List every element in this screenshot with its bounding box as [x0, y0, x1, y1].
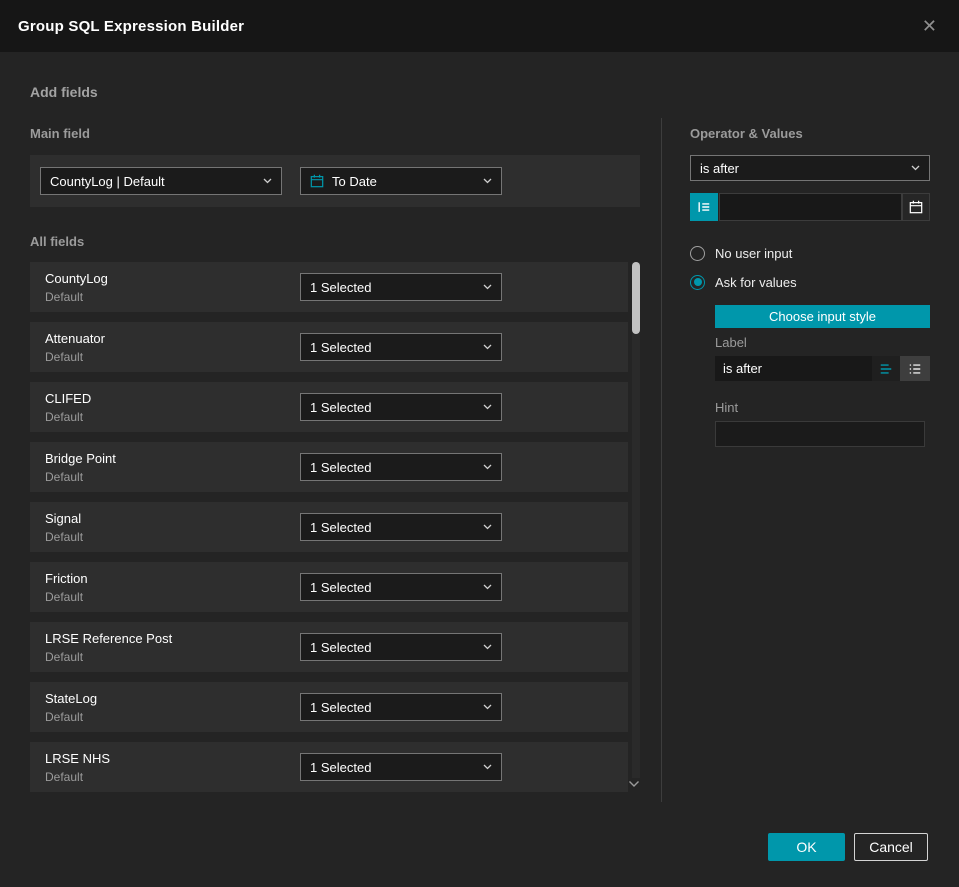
field-name: Bridge Point	[45, 451, 116, 466]
field-name: LRSE NHS	[45, 751, 111, 766]
chevron-down-icon	[483, 178, 492, 184]
field-row: LRSE Reference Post Default 1 Selected	[30, 622, 628, 672]
hint-input[interactable]	[715, 421, 925, 447]
radio-unchecked-icon	[690, 245, 705, 261]
field-name: CLIFED	[45, 391, 92, 406]
operator-values-panel: Operator & Values is after No user input…	[690, 0, 930, 887]
label-input[interactable]	[715, 356, 872, 381]
chevron-down-icon	[483, 344, 492, 350]
field-sub-label: Default	[45, 530, 84, 544]
scrollbar-track[interactable]	[632, 262, 640, 778]
radio-checked-icon	[690, 274, 705, 290]
field-selection-dropdown[interactable]: 1 Selected	[300, 693, 502, 721]
operator-select-value: is after	[700, 160, 740, 176]
main-field-label: Main field	[30, 126, 90, 141]
list-icon	[909, 363, 921, 374]
calendar-icon	[310, 174, 324, 188]
chevron-down-icon	[483, 584, 492, 590]
field-sub-label: Default	[45, 410, 84, 424]
field-sub-label: Default	[45, 590, 84, 604]
field-selection-value: 1 Selected	[310, 519, 372, 535]
scrollbar-thumb[interactable]	[632, 262, 640, 334]
field-selection-value: 1 Selected	[310, 339, 372, 355]
main-field-select[interactable]: CountyLog | Default	[40, 167, 282, 195]
no-user-input-label: No user input	[715, 245, 793, 261]
choose-input-style-button[interactable]: Choose input style	[715, 305, 930, 328]
chevron-down-icon	[911, 165, 920, 171]
field-selection-value: 1 Selected	[310, 459, 372, 475]
main-field-date-select[interactable]: To Date	[300, 167, 502, 195]
field-row: Signal Default 1 Selected	[30, 502, 628, 552]
field-selection-dropdown[interactable]: 1 Selected	[300, 273, 502, 301]
field-selection-dropdown[interactable]: 1 Selected	[300, 753, 502, 781]
field-sub-label: Default	[45, 290, 84, 304]
scroll-down-icon[interactable]	[628, 780, 640, 788]
all-fields-label: All fields	[30, 234, 85, 249]
chevron-down-icon	[483, 644, 492, 650]
field-sub-label: Default	[45, 770, 84, 784]
field-name: LRSE Reference Post	[45, 631, 173, 646]
ask-for-values-radio[interactable]: Ask for values	[690, 274, 797, 290]
field-selection-value: 1 Selected	[310, 639, 372, 655]
field-selection-value: 1 Selected	[310, 699, 372, 715]
main-field-select-value: CountyLog | Default	[50, 173, 165, 189]
field-row: CountyLog Default 1 Selected	[30, 262, 628, 312]
field-list-icon	[698, 202, 710, 212]
value-input[interactable]	[719, 193, 902, 221]
main-field-date-value: To Date	[332, 173, 377, 189]
ask-for-values-label: Ask for values	[715, 274, 797, 290]
field-selection-value: 1 Selected	[310, 579, 372, 595]
field-sub-label: Default	[45, 710, 84, 724]
chevron-down-icon	[483, 704, 492, 710]
field-selection-dropdown[interactable]: 1 Selected	[300, 633, 502, 661]
field-row: StateLog Default 1 Selected	[30, 682, 628, 732]
align-left-icon	[880, 363, 892, 374]
field-name: Signal	[45, 511, 82, 526]
add-fields-heading: Add fields	[30, 84, 98, 100]
field-selection-dropdown[interactable]: 1 Selected	[300, 333, 502, 361]
set-from-field-button[interactable]	[690, 193, 718, 221]
hint-field-label: Hint	[715, 400, 739, 415]
chevron-down-icon	[483, 524, 492, 530]
field-selection-dropdown[interactable]: 1 Selected	[300, 513, 502, 541]
field-sub-label: Default	[45, 650, 84, 664]
cancel-button[interactable]: Cancel	[854, 833, 928, 861]
field-row: CLIFED Default 1 Selected	[30, 382, 628, 432]
field-row: LRSE NHS Default 1 Selected	[30, 742, 628, 792]
field-row: Bridge Point Default 1 Selected	[30, 442, 628, 492]
field-name: StateLog	[45, 691, 98, 706]
field-selection-dropdown[interactable]: 1 Selected	[300, 393, 502, 421]
field-selection-dropdown[interactable]: 1 Selected	[300, 573, 502, 601]
field-name: CountyLog	[45, 271, 108, 286]
ok-button[interactable]: OK	[768, 833, 845, 861]
field-row: Attenuator Default 1 Selected	[30, 322, 628, 372]
chevron-down-icon	[483, 464, 492, 470]
label-field-label: Label	[715, 335, 747, 350]
field-selection-dropdown[interactable]: 1 Selected	[300, 453, 502, 481]
chevron-down-icon	[483, 284, 492, 290]
chevron-down-icon	[483, 404, 492, 410]
list-style-button[interactable]	[900, 356, 930, 381]
calendar-icon	[909, 200, 923, 214]
field-selection-value: 1 Selected	[310, 759, 372, 775]
field-sub-label: Default	[45, 350, 84, 364]
chevron-down-icon	[483, 764, 492, 770]
field-sub-label: Default	[45, 470, 84, 484]
align-left-style-button[interactable]	[872, 356, 900, 381]
operator-select[interactable]: is after	[690, 155, 930, 181]
value-input-row	[690, 193, 930, 221]
field-name: Attenuator	[45, 331, 105, 346]
field-name: Friction	[45, 571, 88, 586]
chevron-down-icon	[263, 178, 272, 184]
main-field-row: CountyLog | Default To Date	[30, 155, 640, 207]
operator-values-heading: Operator & Values	[690, 126, 803, 141]
field-row: Friction Default 1 Selected	[30, 562, 628, 612]
no-user-input-radio[interactable]: No user input	[690, 245, 792, 261]
dialog-title: Group SQL Expression Builder	[18, 17, 245, 35]
vertical-divider	[661, 118, 662, 802]
calendar-picker-button[interactable]	[902, 193, 930, 221]
field-selection-value: 1 Selected	[310, 279, 372, 295]
field-selection-value: 1 Selected	[310, 399, 372, 415]
all-fields-list: CountyLog Default 1 Selected Attenuator …	[30, 262, 628, 802]
